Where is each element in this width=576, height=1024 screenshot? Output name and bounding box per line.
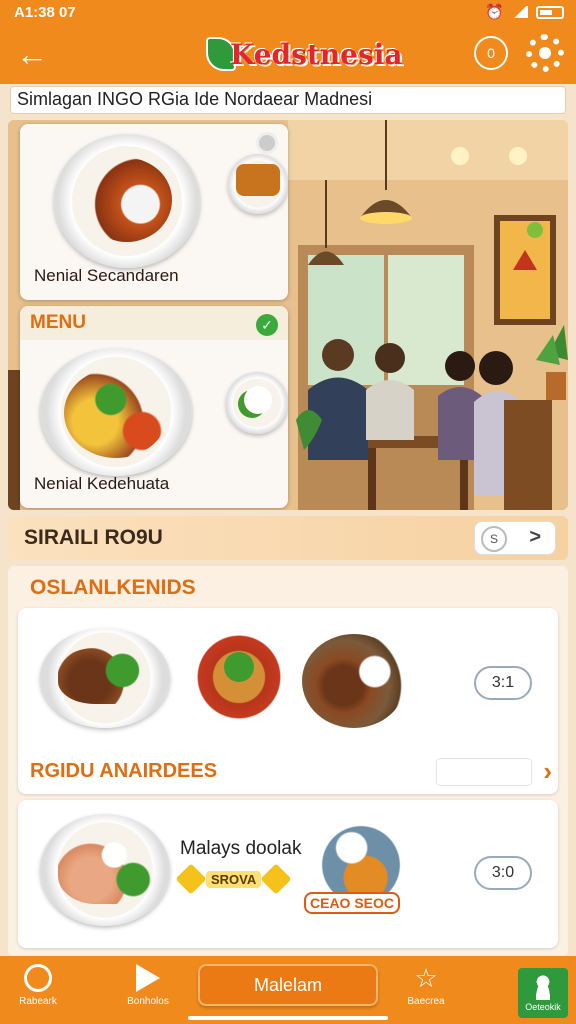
nav-item-4-label: Baecrea — [407, 996, 445, 1007]
dish-card-2[interactable]: MENU ✓ Nenial Kedehuata — [20, 306, 288, 508]
check-icon: ✓ — [256, 314, 278, 336]
nav-item-2-label: Bonholos — [127, 996, 169, 1007]
item2-tag: SROVA — [206, 870, 262, 888]
chevron-right-icon[interactable]: › — [543, 756, 552, 787]
badge-icon — [256, 132, 278, 154]
nav-item-1-label: Rabeark — [19, 996, 57, 1007]
item2-tagline: SROVA — [175, 863, 292, 895]
chevron-right-icon: > — [529, 526, 541, 548]
list-item[interactable]: Malays doolak SROVA CEAO SEOC 3:0 — [18, 800, 558, 948]
alarm-icon: ⏰ — [485, 4, 504, 21]
fried-food — [236, 164, 280, 196]
dish-list-panel: OSLANLKENIDS 3:1 RGIDU ANAIRDEES › Malay… — [8, 566, 568, 956]
status-time: A1:38 07 — [14, 3, 76, 21]
play-icon — [136, 964, 160, 992]
star-icon — [175, 863, 207, 895]
item1-subtitle: RGIDU ANAIRDEES — [30, 760, 218, 782]
satay-plate-image — [302, 634, 406, 728]
refresh-icon — [24, 964, 52, 992]
main-action-button[interactable]: Malelam — [198, 964, 378, 1006]
status-icons: ⏰ — [485, 3, 564, 21]
settings-gear-icon[interactable] — [526, 34, 564, 72]
section-action-pill[interactable]: S > — [474, 521, 556, 555]
rice — [244, 386, 272, 414]
card2-caption: Nenial Kedehuata — [34, 474, 170, 493]
battery-icon — [536, 5, 564, 19]
back-arrow-icon[interactable]: ← — [12, 34, 52, 74]
card1-caption: Nenial Secandaren — [34, 266, 179, 285]
signal-icon — [512, 6, 528, 18]
coin-icon: S — [481, 526, 507, 552]
info-button[interactable]: 0 — [474, 36, 508, 70]
home-indicator[interactable] — [188, 1016, 388, 1020]
hero-banner: Nenial Secandaren MENU ✓ Nenial Kedehuat… — [8, 120, 568, 510]
item1-input-field[interactable] — [436, 758, 532, 786]
star-icon: ☆ — [414, 963, 438, 993]
quantity-stepper[interactable]: 3:0 — [474, 856, 532, 890]
grilled-meat — [58, 648, 150, 704]
app-logo: Kedstnesia — [206, 36, 403, 72]
section-header: SIRAILI RO9U S > — [8, 516, 568, 560]
quantity-stepper[interactable]: 3:1 — [474, 666, 532, 700]
profile-label: Oeteokik — [525, 1002, 561, 1012]
status-bar: A1:38 07 ⏰ — [0, 0, 576, 24]
nav-item-4[interactable]: ☆ Baecrea — [394, 964, 458, 1007]
mixed-food — [64, 368, 168, 458]
item2-name: Malays doolak — [180, 838, 302, 859]
nav-item-1[interactable]: Rabeark — [6, 964, 70, 1007]
app-bar: ← Kedstnesia 0 — [0, 24, 576, 84]
list-item[interactable]: 3:1 RGIDU ANAIRDEES › — [18, 608, 558, 794]
item2-sticker: CEAO SEOC — [304, 892, 401, 914]
chicken-food — [58, 834, 152, 904]
logo-text: Kedstnesia — [230, 37, 403, 71]
nav-item-2[interactable]: Bonholos — [116, 964, 180, 1007]
bottom-nav: Rabeark Bonholos Malelam ☆ Baecrea Oeteo… — [0, 956, 576, 1024]
list-title: OSLANLKENIDS — [30, 576, 196, 599]
soup-garnish — [224, 652, 254, 682]
search-input[interactable]: Simlagan INGO RGia Ide Nordaear Madnesi — [10, 86, 566, 114]
menu-label[interactable]: MENU — [30, 312, 86, 334]
curry-food — [82, 158, 172, 242]
dish-card-1[interactable]: Nenial Secandaren — [20, 124, 288, 300]
profile-button[interactable]: Oeteokik — [518, 968, 568, 1018]
star-icon — [260, 863, 292, 895]
user-avatar-icon — [533, 974, 553, 1000]
section-title: SIRAILI RO9U — [24, 526, 163, 549]
